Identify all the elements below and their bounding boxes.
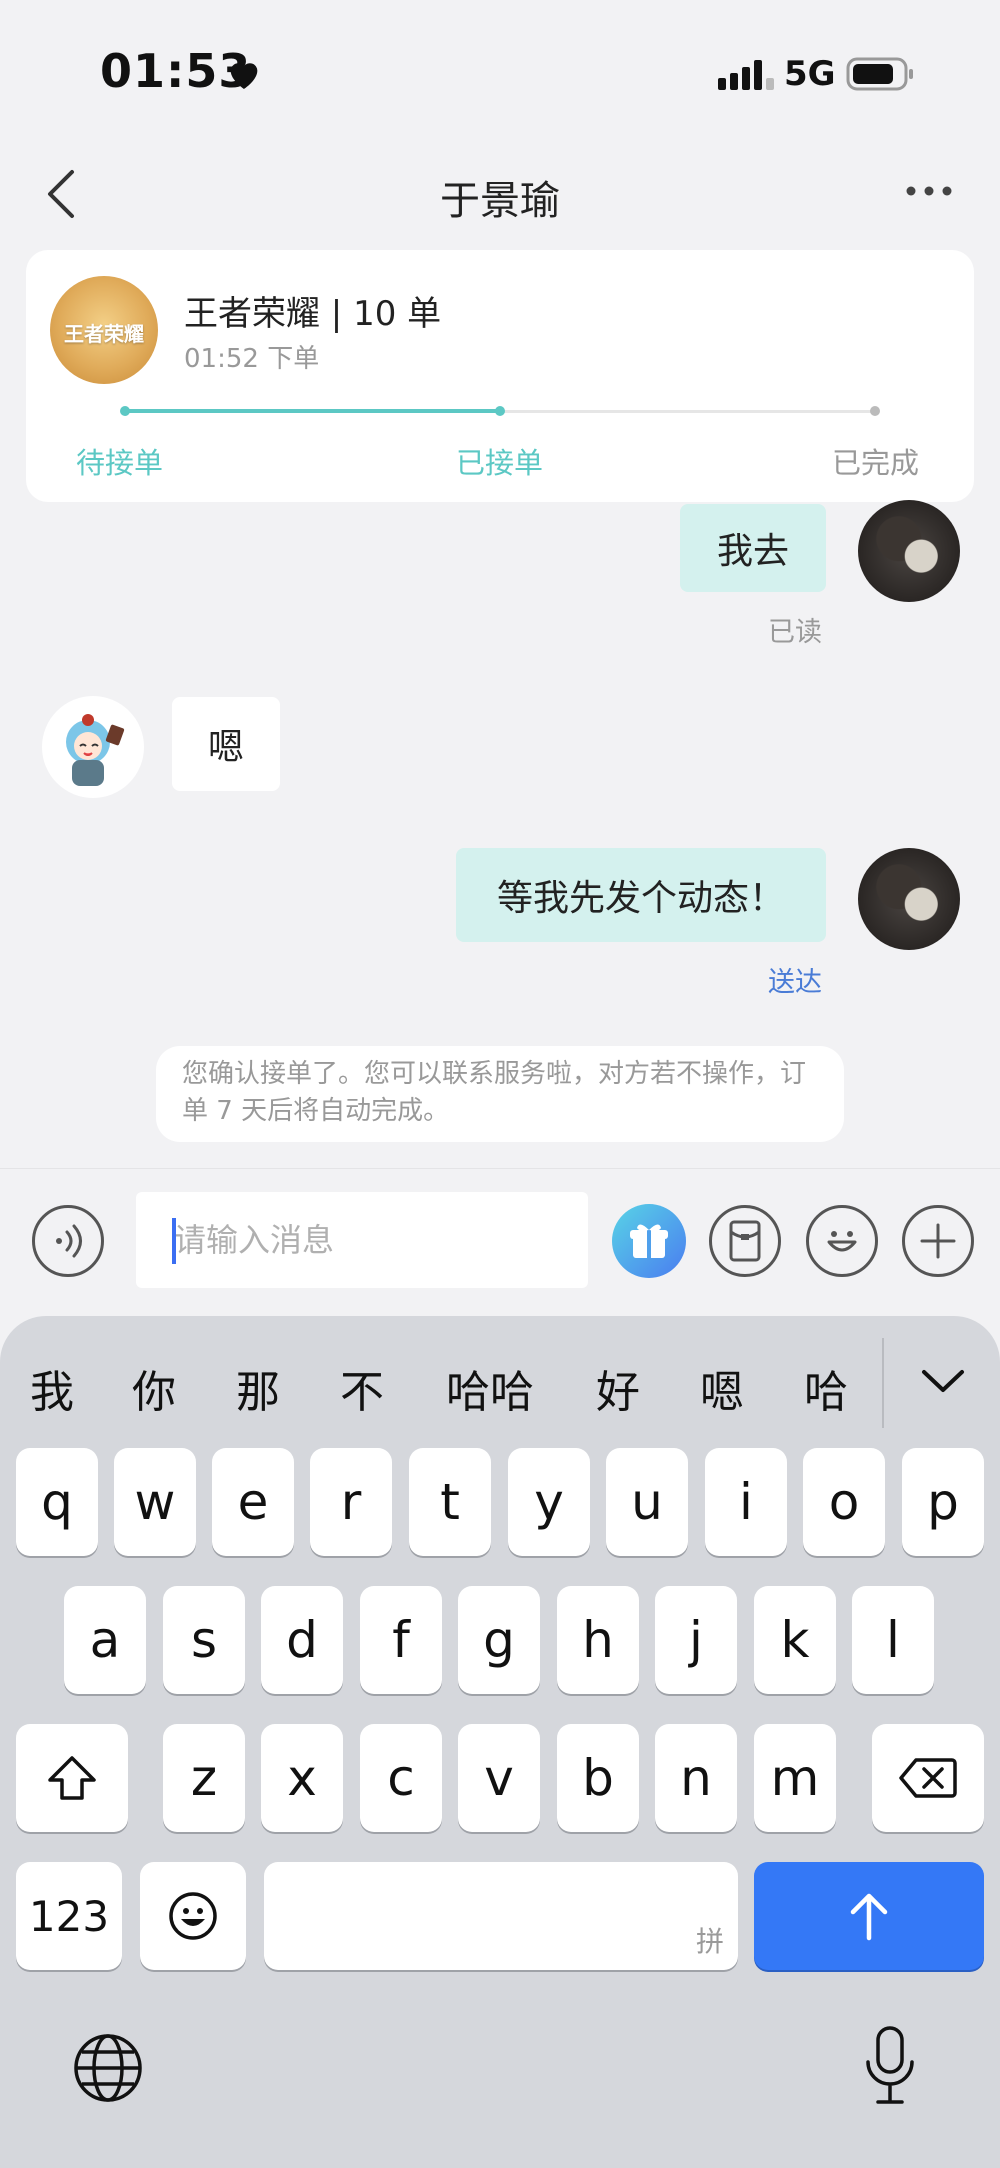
emoji-key[interactable] <box>140 1862 246 1970</box>
send-key[interactable] <box>754 1862 984 1970</box>
key-g[interactable]: g <box>458 1586 540 1694</box>
candidate-word[interactable]: 那 <box>236 1356 280 1420</box>
plus-icon <box>920 1223 956 1259</box>
step-accepted-label: 已接单 <box>456 446 544 480</box>
candidate-word[interactable]: 不 <box>340 1356 384 1420</box>
key-k[interactable]: k <box>754 1586 836 1694</box>
key-b[interactable]: b <box>557 1724 639 1832</box>
candidate-word[interactable]: 哈 <box>804 1356 848 1420</box>
key-n[interactable]: n <box>655 1724 737 1832</box>
delivered-status: 送达 <box>768 967 822 998</box>
candidate-word[interactable]: 嗯 <box>700 1356 744 1420</box>
microphone-icon[interactable] <box>862 2024 918 2108</box>
key-v[interactable]: v <box>458 1724 540 1832</box>
candidate-word[interactable]: 好 <box>596 1356 640 1420</box>
battery-icon <box>846 57 913 91</box>
candidate-word[interactable]: 你 <box>132 1356 176 1420</box>
key-u[interactable]: u <box>606 1448 688 1556</box>
key-r[interactable]: r <box>310 1448 392 1556</box>
avatar-other[interactable] <box>42 696 144 798</box>
message-bubble-me[interactable]: 等我先发个动态！ <box>456 848 826 942</box>
order-time: 01:52 下单 <box>184 344 320 374</box>
voice-button[interactable] <box>32 1205 104 1277</box>
key-i[interactable]: i <box>705 1448 787 1556</box>
red-packet-button[interactable] <box>709 1205 781 1277</box>
network-label: 5G <box>784 54 836 94</box>
space-key[interactable]: 拼 <box>264 1862 738 1970</box>
anime-avatar-icon <box>66 714 125 786</box>
key-t[interactable]: t <box>409 1448 491 1556</box>
backspace-icon <box>899 1758 957 1798</box>
order-progress-fill <box>125 409 500 413</box>
system-note: 您确认接单了。您可以联系服务啦，对方若不操作，订单 7 天后将自动完成。 <box>156 1046 844 1142</box>
key-y[interactable]: y <box>508 1448 590 1556</box>
delete-key[interactable] <box>872 1724 984 1832</box>
page-title: 于景瑜 <box>440 178 560 224</box>
key-d[interactable]: d <box>261 1586 343 1694</box>
emoji-icon <box>827 1231 857 1252</box>
candidate-word[interactable]: 哈哈 <box>446 1356 534 1420</box>
step-dot-pending <box>120 406 130 416</box>
key-s[interactable]: s <box>163 1586 245 1694</box>
key-q[interactable]: q <box>16 1448 98 1556</box>
key-j[interactable]: j <box>655 1586 737 1694</box>
add-button[interactable] <box>902 1205 974 1277</box>
message-bubble-me[interactable]: 我去 <box>680 504 826 592</box>
globe-icon[interactable] <box>70 2030 146 2106</box>
order-title: 王者荣耀 | 10 单 <box>184 294 442 334</box>
heart-icon <box>230 63 258 89</box>
candidate-divider <box>882 1338 884 1428</box>
step-dot-accepted <box>495 406 505 416</box>
avatar-me[interactable] <box>858 848 960 950</box>
red-packet-icon <box>729 1220 761 1262</box>
key-h[interactable]: h <box>557 1586 639 1694</box>
key-c[interactable]: c <box>360 1724 442 1832</box>
key-m[interactable]: m <box>754 1724 836 1832</box>
shift-key[interactable] <box>16 1724 128 1832</box>
more-icon[interactable] <box>904 176 954 206</box>
key-l[interactable]: l <box>852 1586 934 1694</box>
step-dot-completed <box>870 406 880 416</box>
text-caret <box>172 1218 176 1264</box>
key-x[interactable]: x <box>261 1724 343 1832</box>
numbers-key[interactable]: 123 <box>16 1862 122 1970</box>
arrow-up-icon <box>850 1893 888 1941</box>
signal-icon <box>718 60 774 90</box>
key-e[interactable]: e <box>212 1448 294 1556</box>
key-a[interactable]: a <box>64 1586 146 1694</box>
key-o[interactable]: o <box>803 1448 885 1556</box>
key-f[interactable]: f <box>360 1586 442 1694</box>
gift-button[interactable] <box>612 1204 686 1278</box>
key-z[interactable]: z <box>163 1724 245 1832</box>
game-logo-text: 王者荣耀 <box>64 322 144 346</box>
chevron-down-icon[interactable] <box>920 1366 966 1396</box>
voice-icon <box>56 1224 82 1258</box>
key-p[interactable]: p <box>902 1448 984 1556</box>
key-w[interactable]: w <box>114 1448 196 1556</box>
message-bubble-other[interactable]: 嗯 <box>172 697 280 791</box>
avatar-me[interactable] <box>858 500 960 602</box>
message-input[interactable] <box>136 1192 588 1288</box>
emoji-icon <box>169 1892 217 1940</box>
read-status: 已读 <box>768 617 822 648</box>
shift-icon <box>48 1756 96 1800</box>
step-completed-label: 已完成 <box>832 446 920 480</box>
step-pending-label: 待接单 <box>76 446 164 480</box>
gift-icon <box>630 1224 668 1258</box>
space-key-hint: 拼 <box>695 1925 724 1958</box>
candidate-word[interactable]: 我 <box>30 1356 74 1420</box>
emoji-button[interactable] <box>806 1205 878 1277</box>
